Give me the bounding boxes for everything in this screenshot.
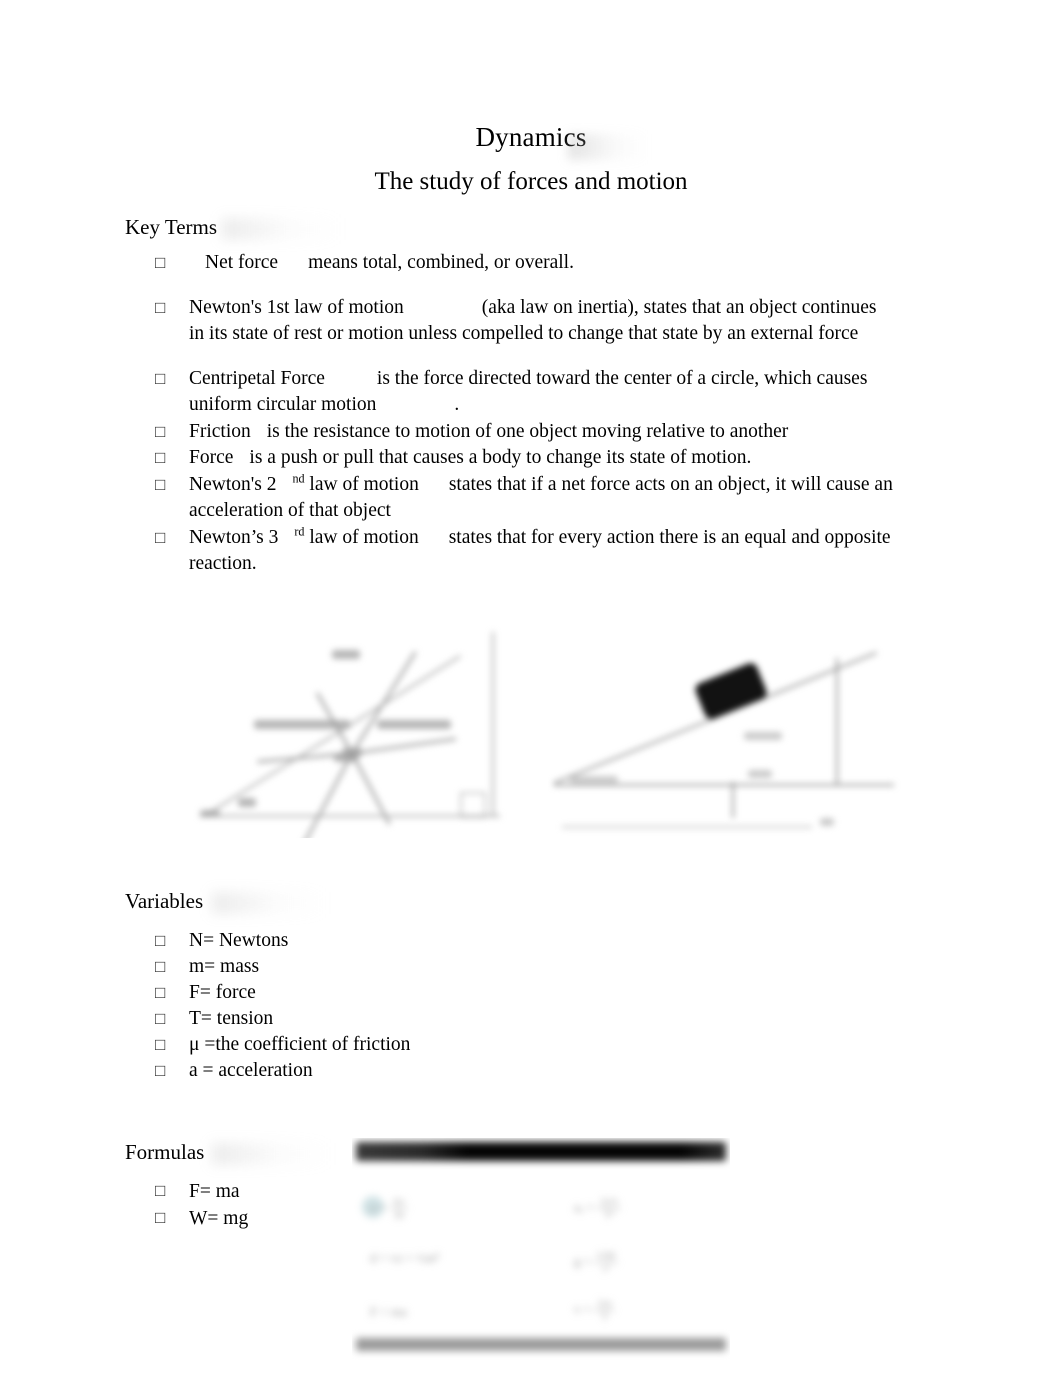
figure-block-on-incline-content — [548, 632, 916, 842]
page-subtitle: The study of forces and motion — [374, 168, 688, 195]
bullet-glyph: □ — [155, 527, 166, 547]
variable-coefficient-of-friction: μ =the coefficient of friction — [189, 1034, 411, 1055]
list-item: □ Newton's 2nd law of motion states that … — [155, 472, 895, 525]
bullet-glyph: □ — [155, 1035, 166, 1054]
variables-list: □ N= Newtons □ m= mass □ F= force □ T= t… — [155, 928, 675, 1084]
variable-acceleration: a = acceleration — [189, 1060, 313, 1081]
key-term-newtons-second-law: Newton's 2nd law of motion states that if… — [189, 472, 895, 525]
list-item: □ Force is a push or pull that causes a b… — [155, 445, 895, 472]
document-page: Dynamics The study of forces and motion … — [0, 0, 1062, 1377]
term-label-superscript: rd — [294, 524, 305, 538]
key-term-centripetal-force: Centripetal Force is the force directed t… — [189, 366, 895, 419]
key-terms-list: □ Net force means total, combined, or ove… — [155, 250, 895, 578]
section-heading-variables: Variables — [125, 889, 204, 913]
bullet-glyph: □ — [155, 1208, 166, 1227]
term-label: Centripetal Force — [189, 367, 325, 389]
figure-incline-forces — [192, 622, 512, 838]
key-terms-blur-artifact — [222, 218, 342, 240]
list-item: □ Net force means total, combined, or ove… — [155, 250, 895, 277]
bullet-glyph: □ — [155, 421, 166, 441]
list-item: □ T= tension — [155, 1006, 675, 1032]
bullet-glyph: □ — [155, 957, 166, 976]
trailing-period: . — [454, 394, 460, 415]
term-label-rest: law of motion — [309, 473, 419, 495]
term-label-rest: law of motion — [309, 526, 419, 548]
list-item: □ F= force — [155, 980, 675, 1006]
bullet-glyph: □ — [155, 983, 166, 1002]
variable-mass: m= mass — [189, 956, 260, 977]
figure-block-on-incline — [548, 632, 916, 842]
list-item: □ Newton's 1st law of motion (aka law on … — [155, 295, 895, 348]
formula-card-footer-bar — [356, 1338, 726, 1351]
variable-newtons: N= Newtons — [189, 930, 289, 951]
bullet-glyph: □ — [155, 474, 166, 494]
bullet-glyph: □ — [155, 1061, 166, 1080]
formula-card-equation: F = ma — [370, 1304, 407, 1319]
formula-card-header-bar — [356, 1142, 726, 1161]
key-term-net-force: Net force means total, combined, or overa… — [189, 250, 895, 277]
variable-force: F= force — [189, 982, 256, 1003]
term-label: Net force — [205, 252, 279, 273]
list-item: □ μ =the coefficient of friction — [155, 1032, 675, 1058]
key-term-friction: Friction is the resistance to motion of o… — [189, 419, 895, 446]
key-term-newtons-third-law: Newton’s 3rd law of motion states that fo… — [189, 525, 895, 578]
list-item: □ Centripetal Force is the force directed… — [155, 366, 895, 419]
variables-blur-artifact — [212, 892, 327, 914]
formula-card-equation: a = Δv Δt — [370, 1196, 409, 1221]
bullet-glyph: □ — [155, 253, 166, 272]
term-definition: means total, combined, or overall. — [308, 252, 574, 273]
bullet-glyph: □ — [155, 297, 166, 317]
key-term-newtons-first-law: Newton's 1st law of motion (aka law on in… — [189, 295, 895, 348]
section-heading-formulas: Formulas — [125, 1140, 205, 1164]
key-term-force: Force is a push or pull that causes a bod… — [189, 445, 895, 472]
term-definition: is the resistance to motion of one objec… — [266, 420, 789, 442]
bullet-glyph: □ — [155, 368, 166, 388]
term-definition: is a push or pull that causes a body to … — [249, 447, 752, 468]
bullet-glyph: □ — [155, 931, 166, 950]
formula-card-equation: d = vᵢt + ½at² — [370, 1250, 440, 1265]
figure-formula-card-content: a = Δv Δt aₐ = 2π²r T² d = vᵢt + ½at² g = … — [352, 1138, 730, 1377]
term-label-superscript: nd — [292, 471, 305, 485]
bullet-glyph: □ — [155, 1009, 166, 1028]
variable-tension: T= tension — [189, 1008, 274, 1029]
term-label: Friction — [189, 420, 251, 442]
list-item: □ Newton’s 3rd law of motion states that … — [155, 525, 895, 578]
bullet-glyph: □ — [155, 448, 166, 467]
formula-card-equation: aₐ = 2π²r T² — [574, 1196, 622, 1221]
page-title: Dynamics — [475, 122, 587, 152]
term-label: Force — [189, 447, 234, 468]
term-label: Newton's 1st law of motion — [189, 296, 404, 318]
term-label-base: Newton's 2 — [189, 473, 277, 495]
list-item: □ m= mass — [155, 954, 675, 980]
section-heading-key-terms: Key Terms — [125, 215, 218, 239]
figure-incline-forces-content — [192, 622, 512, 838]
formulas-blur-artifact — [212, 1143, 332, 1165]
term-label-base: Newton’s 3 — [189, 526, 279, 548]
bullet-glyph: □ — [155, 1181, 166, 1200]
list-item: □ a = acceleration — [155, 1058, 675, 1084]
formula-card-equation: v = 2πr T — [574, 1298, 616, 1323]
list-item: □ N= Newtons — [155, 928, 675, 954]
list-item: □ Friction is the resistance to motion of… — [155, 419, 895, 446]
formula-card-equation: g = GM r² — [574, 1250, 619, 1275]
figure-formula-card: a = Δv Δt aₐ = 2π²r T² d = vᵢt + ½at² g = … — [352, 1138, 730, 1377]
